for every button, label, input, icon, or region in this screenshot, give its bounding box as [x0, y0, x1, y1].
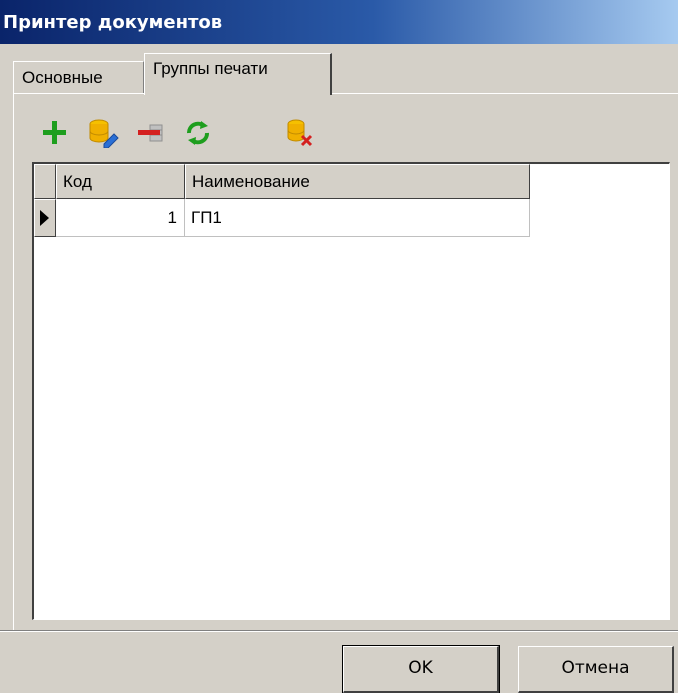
database-edit-icon — [89, 119, 119, 149]
refresh-icon — [187, 121, 209, 145]
tab-print-groups[interactable]: Группы печати — [144, 53, 332, 95]
current-row-arrow-icon — [40, 210, 49, 226]
cell-name[interactable]: ГП1 — [185, 199, 530, 237]
remove-row-icon — [138, 124, 163, 142]
edit-button[interactable] — [88, 118, 119, 149]
tab-strip: Основные Группы печати — [13, 53, 673, 95]
cell-code[interactable]: 1 — [56, 199, 185, 237]
tab-basic[interactable]: Основные — [13, 61, 144, 93]
cancel-button[interactable]: Отмена — [518, 646, 674, 693]
grid-header: Код Наименование — [34, 164, 530, 199]
remove-button[interactable] — [136, 118, 166, 148]
refresh-button[interactable] — [183, 118, 213, 148]
header-indicator — [34, 164, 56, 199]
add-button[interactable] — [40, 118, 70, 148]
column-header-name[interactable]: Наименование — [185, 164, 530, 199]
row-indicator[interactable] — [34, 199, 56, 237]
column-header-code[interactable]: Код — [56, 164, 185, 199]
footer-separator — [0, 630, 678, 632]
window-title: Принтер документов — [0, 0, 678, 44]
database-delete-icon — [287, 119, 313, 147]
ok-button[interactable]: OK — [342, 645, 500, 693]
toolbar — [40, 118, 340, 152]
plus-icon — [43, 121, 66, 144]
delete-button[interactable] — [286, 118, 316, 148]
print-groups-grid[interactable]: Код Наименование 1 ГП1 — [32, 162, 670, 620]
